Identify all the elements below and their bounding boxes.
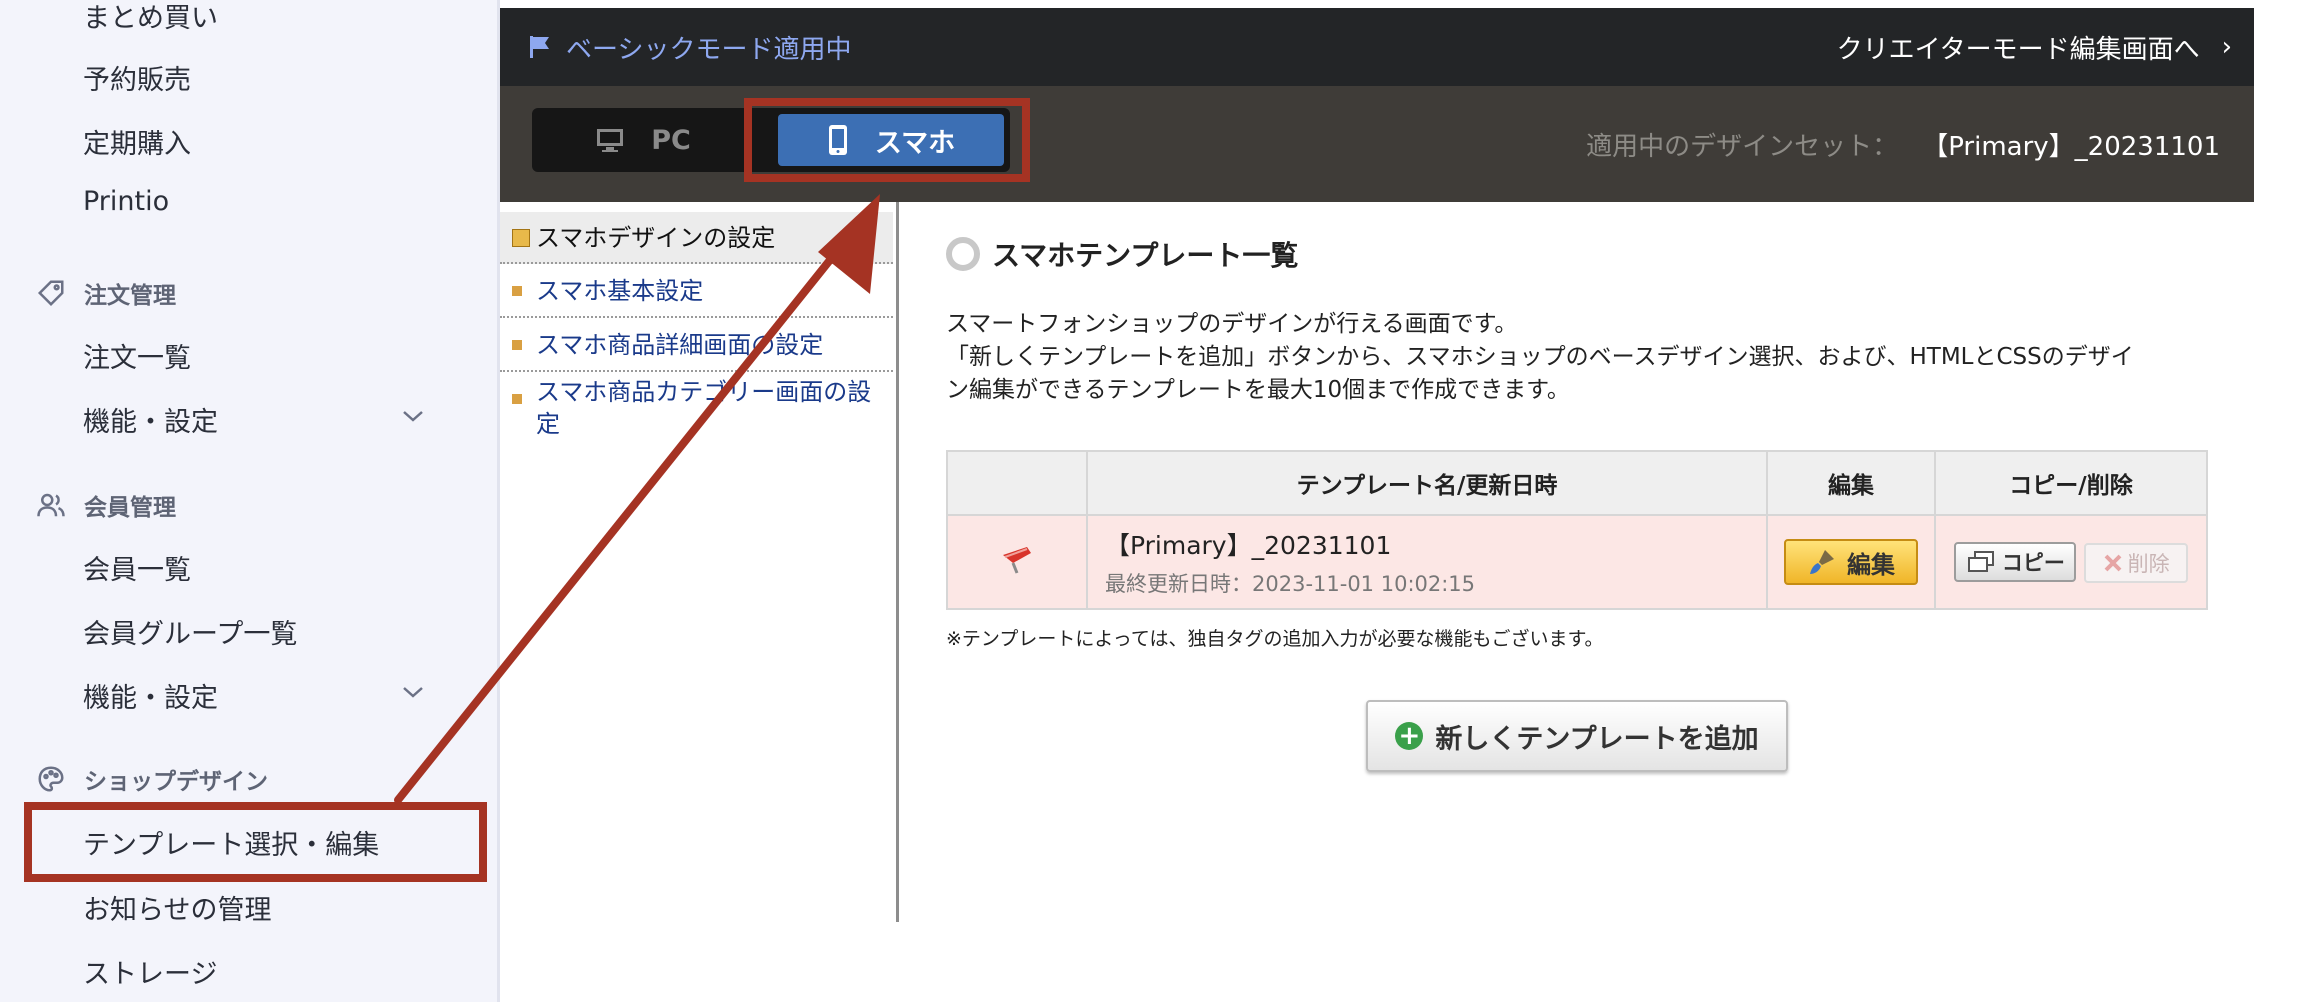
- subnav-item-label: スマホデザインの設定: [536, 224, 776, 252]
- subnav-item-sp-design[interactable]: スマホデザインの設定: [500, 212, 893, 264]
- chevron-down-icon[interactable]: [400, 684, 426, 700]
- mode-header: ベーシックモード適用中 クリエイターモード編集画面へ ›: [500, 8, 2254, 86]
- creator-mode-link-text: クリエイターモード編集画面へ: [1836, 34, 2200, 65]
- sidebar-section-shop-design: ショップデザイン: [36, 762, 268, 796]
- subnav-item-label: スマホ商品詳細画面の設定: [536, 331, 824, 359]
- copy-button[interactable]: コピー: [1954, 541, 2077, 582]
- sidebar-section-label: 注文管理: [84, 283, 176, 309]
- subnav-item-label: スマホ基本設定: [536, 277, 704, 305]
- users-icon: [37, 493, 65, 517]
- chevron-down-icon[interactable]: [400, 408, 426, 424]
- pc-tab-label: PC: [651, 124, 691, 156]
- description-line: 「新しくテンプレートを追加」ボタンから、スマホショップのベースデザイン選択、およ…: [946, 344, 2134, 370]
- add-template-button-label: 新しくテンプレートを追加: [1435, 723, 1759, 755]
- sidebar-section-members: 会員管理: [36, 488, 176, 522]
- pc-tab[interactable]: PC: [550, 114, 736, 166]
- palette-icon: [38, 766, 64, 792]
- edit-button-label: 編集: [1847, 550, 1895, 579]
- sidebar-item-order-settings[interactable]: 機能・設定: [83, 400, 218, 439]
- monitor-icon: [597, 129, 624, 152]
- sidebar-item-news[interactable]: お知らせの管理: [83, 888, 271, 927]
- description-line: ン編集ができるテンプレートを最大10個まで作成できます。: [946, 377, 1570, 403]
- design-subnav: スマホデザインの設定 スマホ基本設定 スマホ商品詳細画面の設定 スマホ商品カテゴ…: [500, 202, 899, 922]
- add-template-button[interactable]: + 新しくテンプレートを追加: [1366, 700, 1788, 772]
- column-header: [946, 450, 1088, 516]
- sidebar-item-member-settings[interactable]: 機能・設定: [83, 676, 218, 715]
- chevron-right-icon: ›: [2221, 32, 2232, 62]
- sidebar-section-orders: 注文管理: [36, 276, 176, 310]
- template-table: テンプレート名/更新日時 編集 コピー/削除 【Primary】_2023110…: [946, 450, 2208, 610]
- description-line: スマートフォンショップのデザインが行える画面です。: [946, 311, 1518, 337]
- template-name-cell: 【Primary】_20231101 最終更新日時：2023-11-01 10:…: [1086, 514, 1768, 610]
- sidebar-item-subscription[interactable]: 定期購入: [83, 122, 191, 161]
- copy-delete-cell: コピー 削除: [1934, 514, 2208, 610]
- template-updated: 最終更新日時：2023-11-01 10:02:15: [1105, 572, 1476, 596]
- template-name: 【Primary】_20231101: [1105, 531, 1392, 560]
- copy-icon: [1967, 550, 1994, 572]
- sidebar-item-member-list[interactable]: 会員一覧: [83, 548, 191, 587]
- radio-bullet-icon: [946, 237, 980, 271]
- sidebar-section-label: ショップデザイン: [84, 769, 268, 795]
- sidebar-item-bulk-buy[interactable]: まとめ買い: [83, 0, 218, 35]
- tag-icon: [37, 280, 64, 307]
- brush-icon: [1810, 550, 1834, 574]
- bullet-icon: [512, 394, 522, 404]
- subnav-item-sp-category[interactable]: スマホ商品カテゴリー画面の設定: [500, 372, 893, 442]
- copy-button-label: コピー: [2001, 550, 2065, 575]
- subnav-item-sp-product-detail[interactable]: スマホ商品詳細画面の設定: [500, 318, 893, 372]
- pin-icon: [1003, 547, 1031, 574]
- column-header: 編集: [1766, 450, 1936, 516]
- annotation-highlight-smartphone: [744, 98, 1030, 182]
- x-icon: [2104, 554, 2122, 571]
- sidebar-item-storage[interactable]: ストレージ: [83, 952, 217, 991]
- table-row: 【Primary】_20231101 最終更新日時：2023-11-01 10:…: [946, 514, 2208, 610]
- bullet-icon: [512, 340, 522, 350]
- arrow-bullet-icon: [512, 229, 530, 247]
- sidebar-item-order-list[interactable]: 注文一覧: [83, 336, 191, 375]
- delete-button: 削除: [2083, 542, 2188, 583]
- column-header: コピー/削除: [1934, 450, 2208, 516]
- sidebar-item-preorder[interactable]: 予約販売: [83, 58, 191, 97]
- design-set-label: 適用中のデザインセット：: [1586, 131, 1899, 162]
- design-set-value: 【Primary】_20231101: [1922, 131, 2220, 162]
- edit-cell: 編集: [1766, 514, 1936, 610]
- flag-icon: [530, 36, 549, 58]
- sidebar-item-printio[interactable]: Printio: [83, 186, 169, 217]
- basic-mode-indicator: ベーシックモード適用中: [528, 8, 851, 86]
- creator-mode-link[interactable]: クリエイターモード編集画面へ ›: [1837, 8, 2232, 86]
- template-note: ※テンプレートによっては、独自タグの追加入力が必要な機能もございます。: [946, 628, 1604, 650]
- page-title: スマホテンプレート一覧: [946, 234, 1298, 274]
- sidebar-section-label: 会員管理: [84, 495, 176, 521]
- sidebar-item-member-groups[interactable]: 会員グループ一覧: [83, 612, 297, 651]
- annotation-highlight-template: [24, 802, 487, 882]
- subnav-item-sp-basic[interactable]: スマホ基本設定: [500, 264, 893, 318]
- column-header: テンプレート名/更新日時: [1086, 450, 1768, 516]
- delete-button-label: 削除: [2127, 551, 2170, 576]
- bullet-icon: [512, 286, 522, 296]
- mode-label-text: ベーシックモード適用中: [566, 34, 852, 65]
- plus-icon: +: [1395, 722, 1424, 750]
- active-marker-cell: [946, 514, 1088, 610]
- edit-button[interactable]: 編集: [1784, 539, 1918, 585]
- applied-design-set: 適用中のデザインセット： 【Primary】_20231101: [1586, 86, 2220, 202]
- table-header: テンプレート名/更新日時 編集 コピー/削除: [946, 450, 2208, 516]
- page-title-text: スマホテンプレート一覧: [992, 239, 1299, 272]
- subnav-item-label: スマホ商品カテゴリー画面の設定: [536, 378, 872, 438]
